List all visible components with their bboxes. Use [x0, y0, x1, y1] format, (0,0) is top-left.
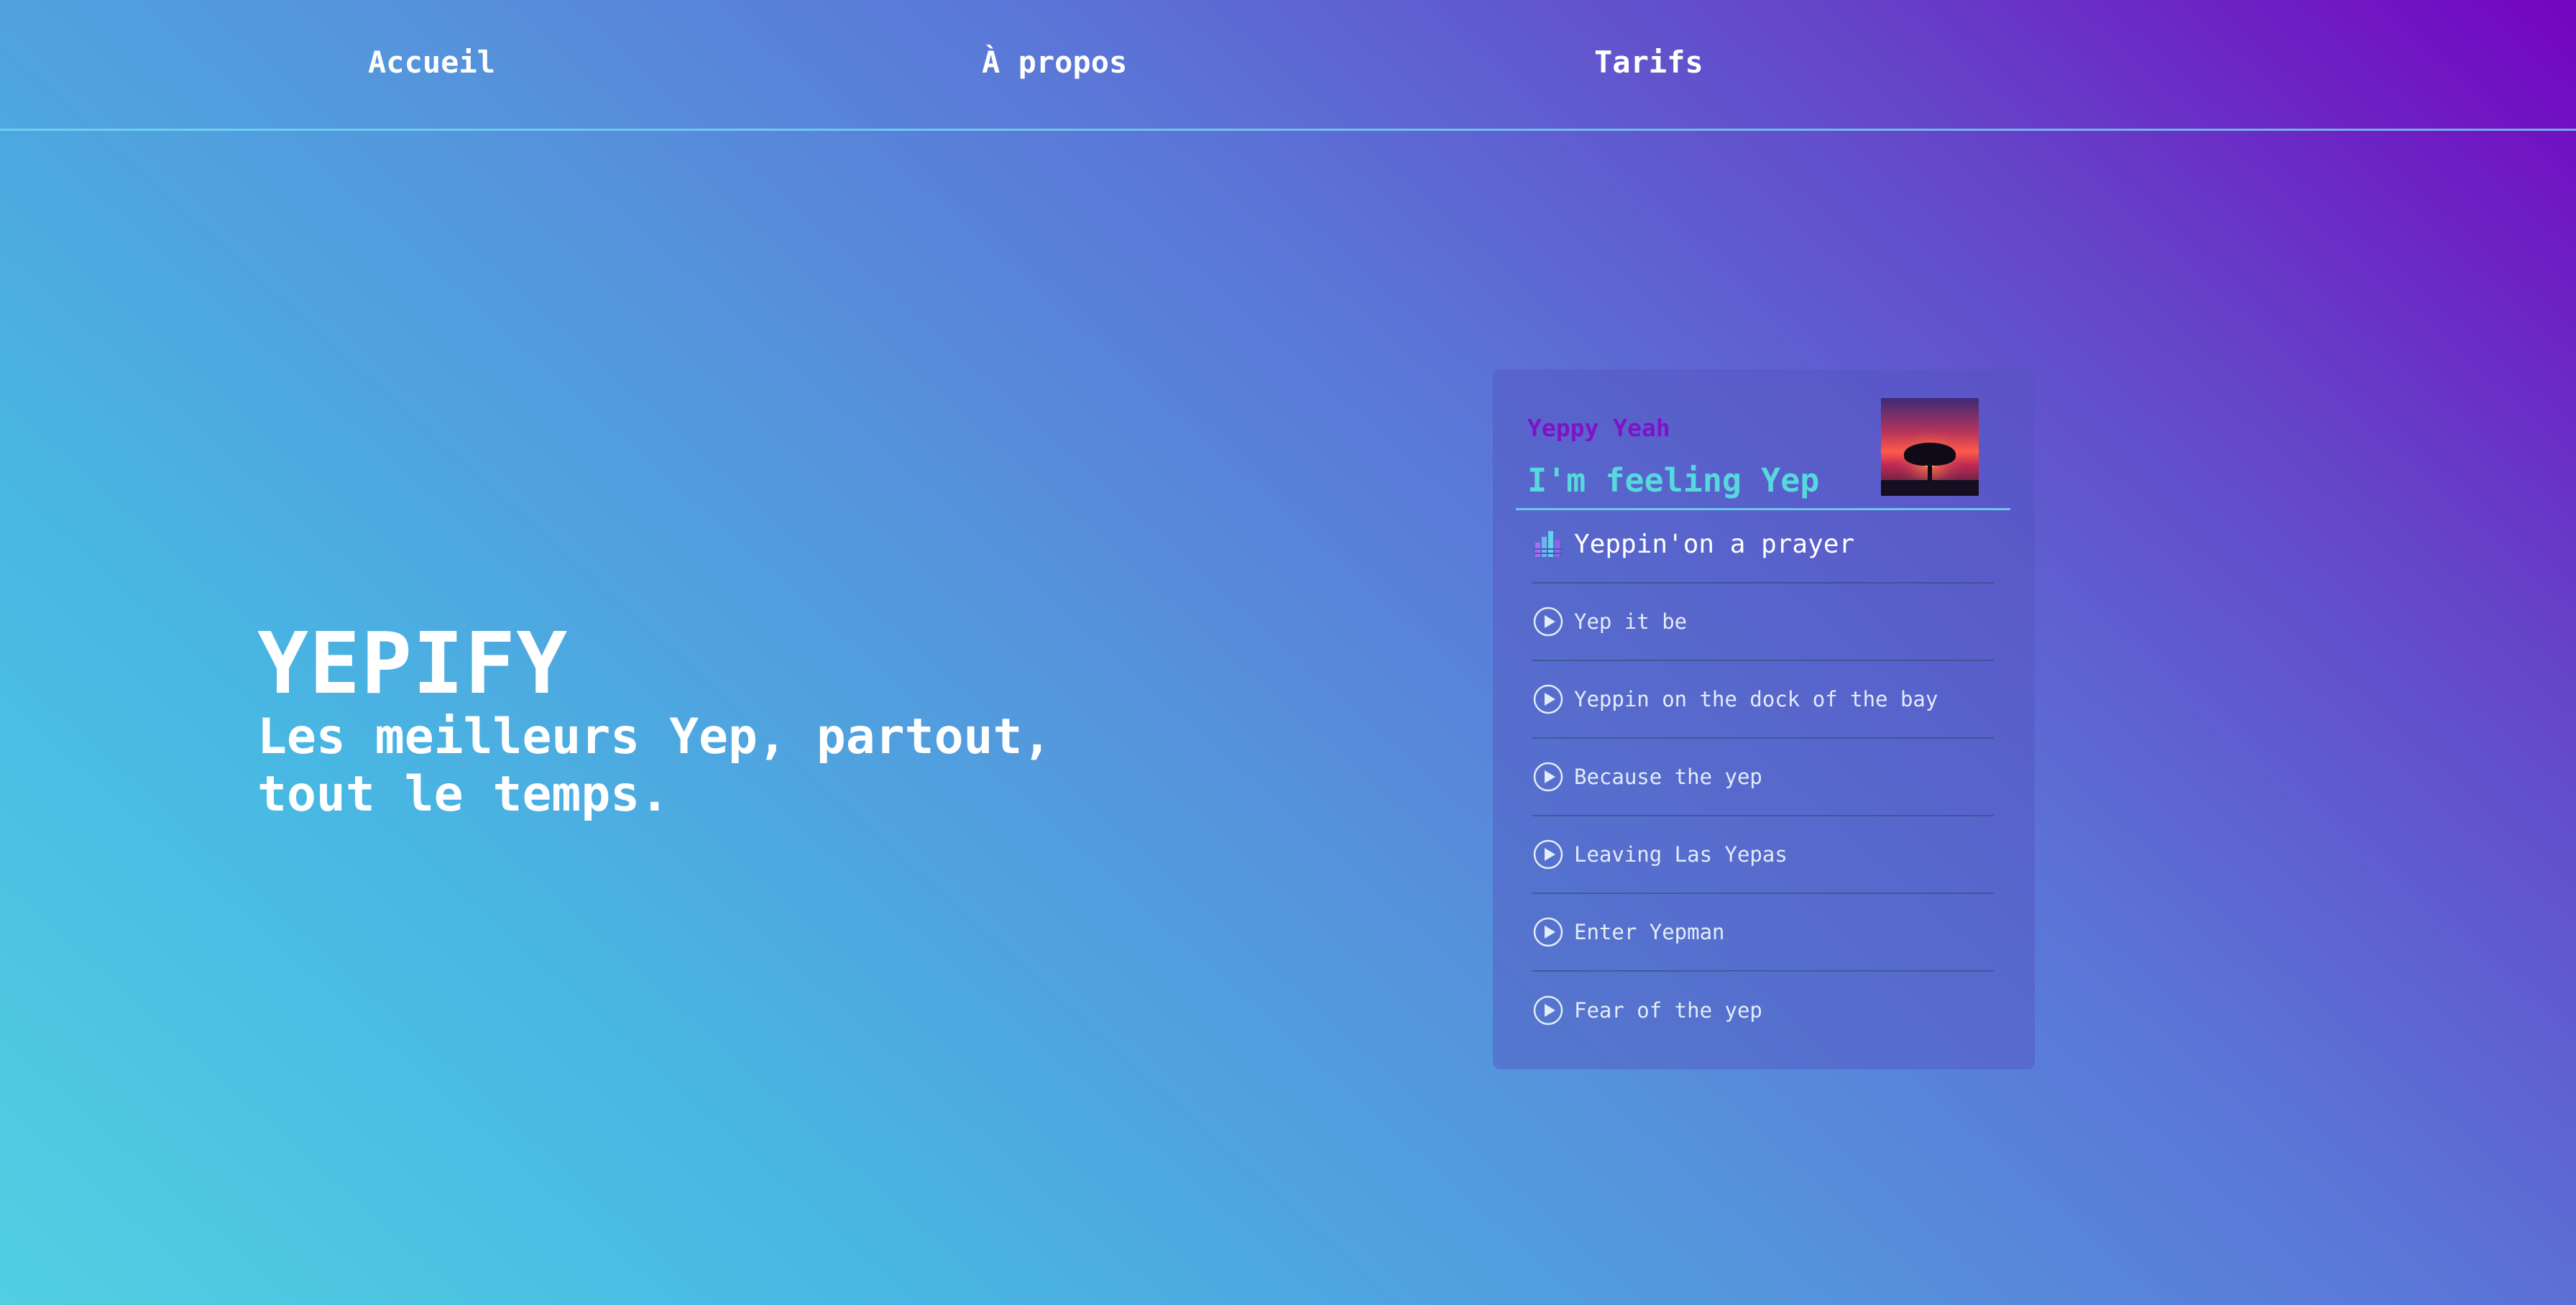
album-title: I'm feeling Yep [1527, 461, 1820, 499]
track-title: Enter Yepman [1574, 920, 1725, 944]
nav-link-pricing[interactable]: Tarifs [1594, 45, 1703, 80]
track-item[interactable]: Leaving Las Yepas [1532, 816, 1994, 894]
track-title: Yep it be [1574, 609, 1688, 634]
album-cover-image [1881, 398, 1979, 496]
track-item[interactable]: Yeppin on the dock of the bay [1532, 661, 1994, 739]
track-list: Yeppin'on a prayer Yep it be Yeppin on t… [1532, 506, 1994, 1049]
artist-name: Yeppy Yeah [1527, 414, 1670, 442]
track-item[interactable]: Enter Yepman [1532, 894, 1994, 972]
player-header: Yeppy Yeah I'm feeling Yep [1516, 398, 2010, 510]
play-circle-icon[interactable] [1532, 916, 1564, 948]
hero-tagline: Les meilleurs Yep, partout, tout le temp… [257, 709, 1120, 824]
play-circle-icon[interactable] [1532, 995, 1564, 1026]
play-circle-icon[interactable] [1532, 683, 1564, 715]
track-title: Fear of the yep [1574, 998, 1762, 1023]
music-player-card: Yeppy Yeah I'm feeling Yep Yeppin'on a p… [1493, 369, 2035, 1069]
play-circle-icon[interactable] [1532, 606, 1564, 637]
hero-tagline-line-2: tout le temps. [257, 766, 670, 823]
track-title: Because the yep [1574, 765, 1762, 789]
track-item[interactable]: Because the yep [1532, 739, 1994, 816]
equalizer-icon [1532, 528, 1564, 560]
hero-section: YEPIFY Les meilleurs Yep, partout, tout … [257, 617, 1120, 824]
brand-title: YEPIFY [257, 614, 569, 713]
top-navigation: Accueil À propos Tarifs [0, 0, 2576, 131]
track-title: Yeppin on the dock of the bay [1574, 687, 1938, 711]
play-circle-icon[interactable] [1532, 761, 1564, 793]
hero-tagline-line-1: Les meilleurs Yep, partout, [257, 709, 1052, 765]
play-circle-icon[interactable] [1532, 839, 1564, 870]
track-item[interactable]: Yeppin'on a prayer [1532, 506, 1994, 584]
track-item[interactable]: Yep it be [1532, 584, 1994, 661]
track-title: Leaving Las Yepas [1574, 842, 1788, 867]
nav-link-about[interactable]: À propos [982, 45, 1127, 80]
nav-link-home[interactable]: Accueil [368, 45, 495, 80]
track-item[interactable]: Fear of the yep [1532, 972, 1994, 1049]
cover-ground [1881, 480, 1979, 496]
track-title: Yeppin'on a prayer [1574, 529, 1855, 559]
